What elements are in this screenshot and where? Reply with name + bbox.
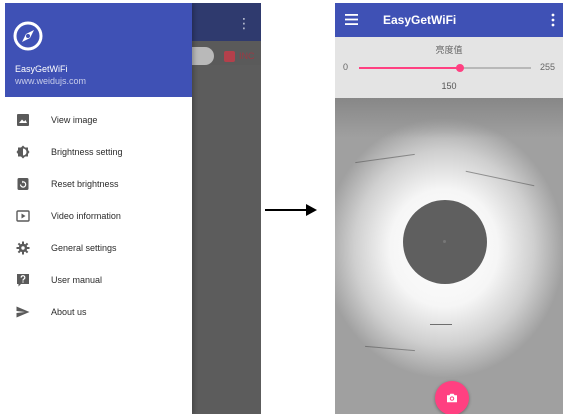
brightness-slider-thumb[interactable] — [456, 64, 465, 72]
menu-item-brightness-setting[interactable]: Brightness setting — [5, 137, 192, 167]
capture-button[interactable] — [435, 381, 469, 414]
hamburger-menu-icon[interactable] — [345, 14, 358, 25]
video-icon — [16, 210, 30, 222]
background-input — [192, 47, 214, 65]
background-scrim[interactable] — [192, 65, 261, 414]
brightness-panel: 亮度值 0 255 150 — [335, 37, 563, 98]
menu-item-reset-brightness[interactable]: Reset brightness — [5, 169, 192, 199]
menu-item-label: Brightness setting — [51, 147, 123, 157]
menu-item-about-us[interactable]: About us — [5, 297, 192, 327]
app-toolbar: EasyGetWiFi — [335, 3, 563, 37]
menu-item-label: About us — [51, 307, 87, 317]
background-chip-label: INC — [239, 51, 255, 61]
menu-item-label: General settings — [51, 243, 117, 253]
kebab-more-icon[interactable] — [549, 12, 557, 28]
drawer-website: www.weidujs.com — [15, 76, 87, 86]
right-screen: EasyGetWiFi 亮度值 0 255 150 — [335, 3, 563, 414]
brightness-label: 亮度值 — [435, 45, 463, 55]
arrow-right-icon — [265, 204, 317, 216]
gear-icon — [16, 241, 30, 255]
surface-scratch — [430, 324, 452, 325]
brightness-value: 150 — [441, 81, 457, 91]
drawer-app-name: EasyGetWiFi — [15, 64, 68, 74]
brightness-slider[interactable] — [359, 64, 531, 72]
microscope-sample — [403, 200, 487, 284]
background-overflow-icon: ⋮ — [237, 15, 251, 31]
menu-item-view-image[interactable]: View image — [5, 105, 192, 135]
app-title: EasyGetWiFi — [383, 13, 457, 27]
compass-logo-icon — [13, 21, 43, 51]
surface-scratch — [365, 345, 415, 352]
surface-scratch — [355, 153, 415, 164]
camera-preview — [335, 98, 563, 414]
camera-icon — [447, 393, 457, 403]
left-screen: ⋮ INC EasyGetWiFi www.weidujs.com View i… — [5, 3, 261, 414]
brightness-icon — [16, 145, 30, 159]
camera-vignette — [335, 98, 563, 138]
background-checkbox — [224, 51, 235, 62]
brightness-min-label: 0 — [343, 62, 349, 72]
menu-item-general-settings[interactable]: General settings — [5, 233, 192, 263]
menu-item-user-manual[interactable]: User manual — [5, 265, 192, 295]
send-icon — [16, 306, 30, 318]
drawer-header: EasyGetWiFi www.weidujs.com — [5, 3, 192, 97]
menu-item-label: Reset brightness — [51, 179, 119, 189]
brightness-max-label: 255 — [540, 62, 556, 72]
reset-icon — [17, 178, 29, 190]
menu-item-video-information[interactable]: Video information — [5, 201, 192, 231]
sample-center-dot — [443, 240, 446, 243]
brightness-slider-fill — [359, 67, 461, 69]
navigation-drawer: EasyGetWiFi www.weidujs.com View image B… — [5, 3, 192, 414]
menu-item-label: Video information — [51, 211, 121, 221]
image-icon — [17, 114, 29, 126]
help-icon — [17, 274, 29, 287]
menu-item-label: User manual — [51, 275, 103, 285]
surface-scratch — [465, 170, 535, 187]
menu-item-label: View image — [51, 115, 98, 125]
